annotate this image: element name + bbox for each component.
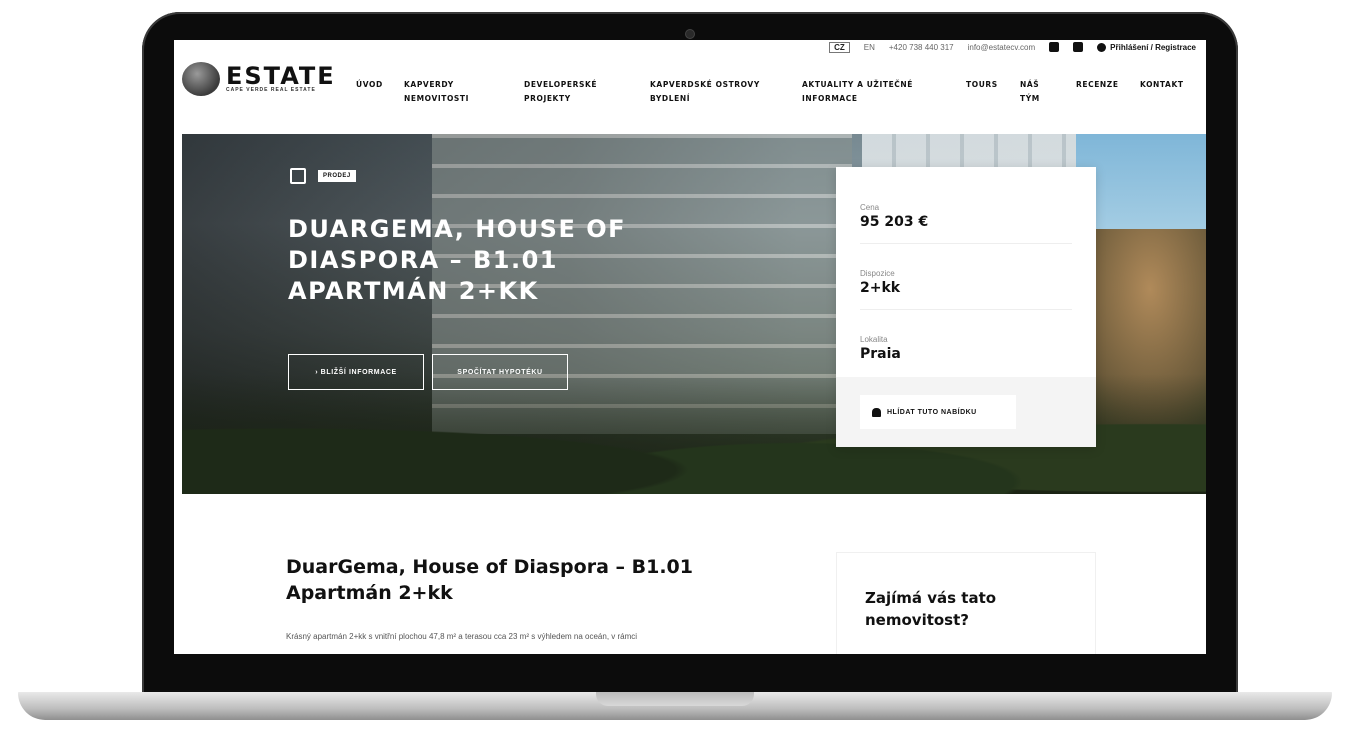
nav-label: AKTUALITY A UŽITEČNÉ <box>802 80 914 89</box>
location-field: Lokalita Praia <box>860 335 901 362</box>
logo-text: ESTATE CAPE VERDE REAL ESTATE <box>226 62 336 93</box>
nav-label-2: TÝM <box>1020 94 1040 103</box>
nav-label-2: NEMOVITOSTI <box>404 94 470 103</box>
nav-item-tym[interactable]: NÁŠ TÝM <box>1020 78 1076 106</box>
nav-label: ÚVOD <box>356 80 383 89</box>
calculate-mortgage-button[interactable]: SPOČÍTAT HYPOTÉKU <box>432 354 568 390</box>
hero-title: DUARGEMA, HOUSE OF DIASPORA – B1.01 APAR… <box>288 215 627 305</box>
logo-subtitle: CAPE VERDE REAL ESTATE <box>226 87 316 93</box>
nav-label: NÁŠ <box>1020 80 1040 89</box>
nav-label: KAPVERDY <box>404 80 454 89</box>
layout-field: Dispozice 2+kk <box>860 269 900 296</box>
divider <box>860 243 1072 244</box>
property-description: Krásný apartmán 2+kk s vnitřní plochou 4… <box>286 632 638 641</box>
nav-label: DEVELOPERSKÉ <box>524 80 598 89</box>
nav-label-2: PROJEKTY <box>524 94 571 103</box>
more-info-button[interactable]: › BLIŽŠÍ INFORMACE <box>288 354 424 390</box>
price-label: Cena <box>860 203 880 212</box>
watch-offer-button[interactable]: HLÍDAT TUTO NABÍDKU <box>860 395 1016 429</box>
divider <box>860 309 1072 310</box>
nav-label: KAPVERDSKÉ OSTROVY <box>650 80 760 89</box>
nav-label: TOURS <box>966 80 998 89</box>
nav-item-kapverdy[interactable]: KAPVERDY NEMOVITOSTI <box>404 78 524 106</box>
utility-bar: CZ EN +420 738 440 317 info@estatecv.com… <box>829 40 1206 54</box>
logo[interactable]: ESTATE CAPE VERDE REAL ESTATE <box>182 62 336 96</box>
nav-item-aktuality[interactable]: AKTUALITY A UŽITEČNÉ INFORMACE <box>802 78 966 106</box>
price-field: Cena 95 203 € <box>860 203 928 230</box>
property-title: DuarGema, House of Diaspora – B1.01 Apar… <box>286 556 693 604</box>
email-link[interactable]: info@estatecv.com <box>968 43 1036 52</box>
nav-item-developerske[interactable]: DEVELOPERSKÉ PROJEKTY <box>524 78 650 106</box>
building-icon <box>290 168 306 184</box>
nav-item-recenze[interactable]: RECENZE <box>1076 78 1140 106</box>
nav-item-tours[interactable]: TOURS <box>966 78 1020 106</box>
nav-label: KONTAKT <box>1140 80 1184 89</box>
site-header: ESTATE CAPE VERDE REAL ESTATE ÚVOD KAPVE… <box>174 58 1206 118</box>
nav-label-2: BYDLENÍ <box>650 94 691 103</box>
nav-label: RECENZE <box>1076 80 1119 89</box>
price-value: 95 203 € <box>860 214 929 230</box>
property-info-card: Cena 95 203 € Dispozice 2+kk Lokalita Pr… <box>836 167 1096 447</box>
status-badge: PRODEJ <box>318 170 356 182</box>
inquiry-title: Zajímá vás tato nemovitost? <box>865 589 997 629</box>
location-label: Lokalita <box>860 335 888 344</box>
inquiry-box: Zajímá vás tato nemovitost? <box>836 552 1096 654</box>
facebook-icon[interactable] <box>1049 42 1060 52</box>
bell-icon <box>872 407 881 417</box>
location-value: Praia <box>860 346 901 362</box>
user-icon <box>1097 42 1107 52</box>
phone-link[interactable]: +420 738 440 317 <box>889 43 954 52</box>
login-link[interactable]: Přihlášení / Registrace <box>1097 42 1196 52</box>
nav-item-ostrovy[interactable]: KAPVERDSKÉ OSTROVY BYDLENÍ <box>650 78 802 106</box>
instagram-icon[interactable] <box>1073 42 1084 52</box>
laptop-notch <box>596 692 754 706</box>
camera-icon <box>686 30 694 38</box>
logo-mark-icon <box>182 62 220 96</box>
layout-value: 2+kk <box>860 280 901 296</box>
nav-item-kontakt[interactable]: KONTAKT <box>1140 78 1196 106</box>
nav-label-2: INFORMACE <box>802 94 858 103</box>
watch-section: HLÍDAT TUTO NABÍDKU <box>836 377 1096 447</box>
browser-screen: CZ EN +420 738 440 317 info@estatecv.com… <box>174 40 1206 654</box>
watch-offer-label: HLÍDAT TUTO NABÍDKU <box>887 408 977 416</box>
login-label: Přihlášení / Registrace <box>1110 42 1196 52</box>
lang-cz-link[interactable]: CZ <box>829 41 850 53</box>
layout-label: Dispozice <box>860 269 895 278</box>
logo-word: ESTATE <box>226 62 336 90</box>
main-nav: ÚVOD KAPVERDY NEMOVITOSTI DEVELOPERSKÉ PRO… <box>356 78 1196 106</box>
lang-en-link[interactable]: EN <box>864 43 875 52</box>
nav-item-uvod[interactable]: ÚVOD <box>356 78 404 106</box>
stage: CZ EN +420 738 440 317 info@estatecv.com… <box>0 0 1350 730</box>
